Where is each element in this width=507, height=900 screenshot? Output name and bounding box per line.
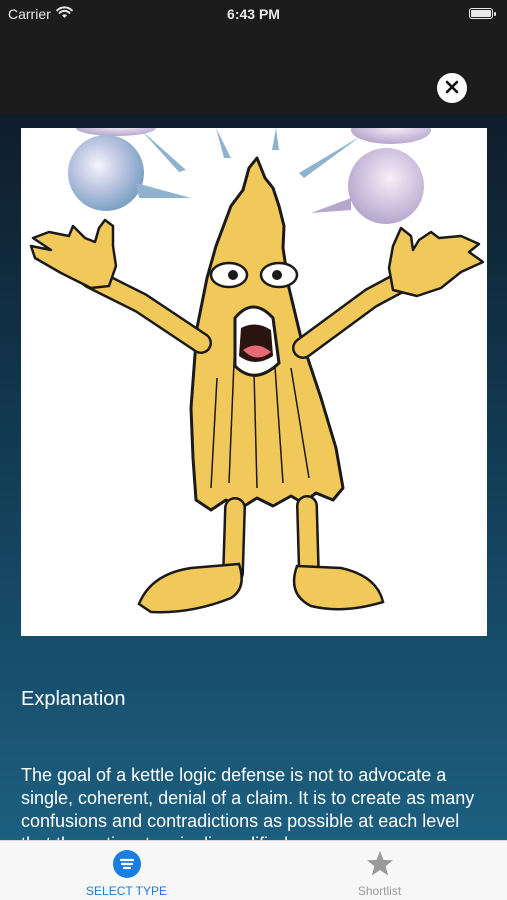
status-time: 6:43 PM <box>227 6 280 22</box>
status-bar: Carrier 6:43 PM <box>0 0 507 28</box>
battery-icon <box>469 8 496 19</box>
explanation-title: Explanation <box>21 688 126 710</box>
close-button[interactable] <box>437 73 467 103</box>
list-icon <box>112 849 142 879</box>
explanation-text: The goal of a kettle logic defense is no… <box>21 765 475 840</box>
star-icon <box>365 849 395 879</box>
tab-bar: SELECT TYPE Shortlist <box>0 840 507 900</box>
tab-select-type[interactable]: SELECT TYPE <box>0 841 253 900</box>
illustration-frame <box>21 116 487 636</box>
tab-shortlist[interactable]: Shortlist <box>253 841 506 900</box>
tab-shortlist-label: Shortlist <box>357 884 402 898</box>
content-area: Explanation The goal of a kettle logic d… <box>0 114 507 840</box>
tab-select-type-label: SELECT TYPE <box>86 884 167 898</box>
kettle-character-illustration <box>29 116 485 614</box>
close-icon <box>445 80 459 97</box>
header <box>0 28 507 114</box>
